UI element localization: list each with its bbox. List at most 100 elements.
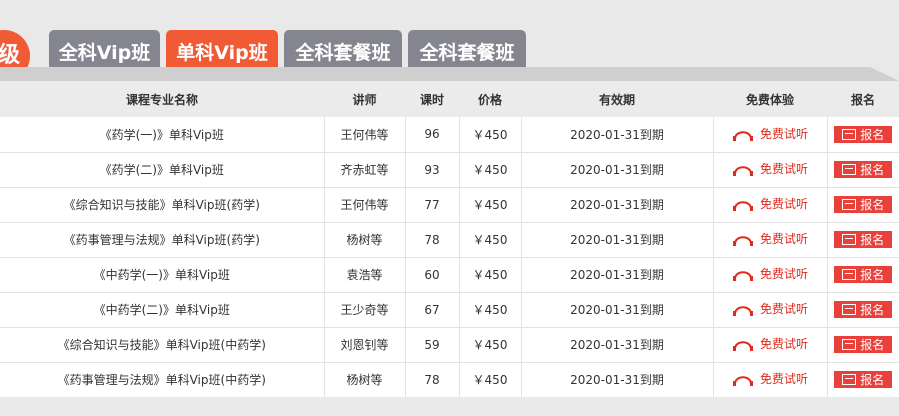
- signup-cell: 报名: [827, 327, 899, 362]
- signup-label: 报名: [860, 163, 885, 177]
- signup-label: 报名: [860, 198, 885, 212]
- hours: 60: [405, 257, 460, 292]
- teacher: 刘恩钊等: [324, 327, 406, 362]
- headphones-icon: [732, 372, 754, 386]
- valid-until: 2020-01-31到期: [521, 257, 714, 292]
- free-trial-label: 免费试听: [759, 337, 808, 352]
- teacher: 袁浩等: [324, 257, 406, 292]
- header-signup: 报名: [850, 92, 875, 107]
- teacher: 王何伟等: [324, 117, 406, 152]
- trial-cell: 免费试听: [713, 292, 828, 327]
- headphones-icon: [732, 267, 754, 281]
- hours: 67: [405, 292, 460, 327]
- headphones-icon: [732, 232, 754, 246]
- signup-button[interactable]: 报名: [834, 266, 893, 283]
- hours: 93: [405, 152, 460, 187]
- valid-until: 2020-01-31到期: [521, 327, 714, 362]
- price: ￥450: [459, 152, 522, 187]
- teacher: 杨树等: [324, 222, 406, 257]
- course-name: 《药学(二)》单科Vip班: [0, 152, 325, 187]
- valid-until: 2020-01-31到期: [521, 222, 714, 257]
- free-trial-link[interactable]: 免费试听: [732, 370, 808, 387]
- price: ￥450: [459, 257, 522, 292]
- free-trial-link[interactable]: 免费试听: [732, 160, 808, 177]
- signup-button[interactable]: 报名: [834, 371, 893, 388]
- course-name: 《综合知识与技能》单科Vip班(中药学): [0, 327, 325, 362]
- signup-cell: 报名: [827, 187, 899, 222]
- course-name: 《药事管理与法规》单科Vip班(中药学): [0, 362, 325, 397]
- table-row: 《中药学(一)》单科Vip班 袁浩等 60 ￥450 2020-01-31到期 免费试听 报…: [0, 257, 899, 292]
- price: ￥450: [459, 187, 522, 222]
- valid-until: 2020-01-31到期: [521, 292, 714, 327]
- hours: 78: [405, 222, 460, 257]
- headphones-icon: [732, 197, 754, 211]
- free-trial-link[interactable]: 免费试听: [732, 125, 808, 142]
- table-row: 《中药学(二)》单科Vip班 王少奇等 67 ￥450 2020-01-31到期 免费试听…: [0, 292, 899, 327]
- free-trial-label: 免费试听: [759, 372, 808, 387]
- cart-icon: [842, 269, 857, 280]
- cart-icon: [842, 199, 857, 210]
- hours: 78: [405, 362, 460, 397]
- signup-label: 报名: [860, 303, 885, 317]
- cart-icon: [842, 164, 857, 175]
- hours: 77: [405, 187, 460, 222]
- teacher: 王何伟等: [324, 187, 406, 222]
- valid-until: 2020-01-31到期: [521, 117, 714, 152]
- header-teacher: 讲师: [352, 92, 377, 107]
- free-trial-label: 免费试听: [759, 197, 808, 212]
- table-row: 《药学(二)》单科Vip班 齐赤虹等 93 ￥450 2020-01-31到期 免费试听 报…: [0, 152, 899, 187]
- header-hours: 课时: [419, 92, 444, 107]
- signup-button[interactable]: 报名: [834, 196, 893, 213]
- trial-cell: 免费试听: [713, 152, 828, 187]
- table-row: 《药事管理与法规》单科Vip班(中药学) 杨树等 78 ￥450 2020-01-31到…: [0, 362, 899, 397]
- table-row: 《药学(一)》单科Vip班 王何伟等 96 ￥450 2020-01-31到期 免费试听 报…: [0, 117, 899, 152]
- free-trial-link[interactable]: 免费试听: [732, 230, 808, 247]
- header-valid: 有效期: [598, 92, 635, 107]
- table-header-row: 课程专业名称 讲师 课时 价格 有效期 免费体验 报名: [0, 81, 899, 117]
- table-row: 《综合知识与技能》单科Vip班(药学) 王何伟等 77 ￥450 2020-01-31到…: [0, 187, 899, 222]
- signup-button[interactable]: 报名: [834, 125, 893, 143]
- cart-icon: [842, 304, 857, 315]
- free-trial-label: 免费试听: [759, 267, 808, 282]
- header-course-name: 课程专业名称: [125, 92, 198, 107]
- table-row: 《综合知识与技能》单科Vip班(中药学) 刘恩钊等 59 ￥450 2020-01-31…: [0, 327, 899, 362]
- cart-icon: [842, 128, 857, 140]
- free-trial-link[interactable]: 免费试听: [732, 265, 808, 282]
- signup-button[interactable]: 报名: [834, 301, 893, 318]
- signup-button[interactable]: 报名: [834, 161, 893, 178]
- free-trial-link[interactable]: 免费试听: [732, 335, 808, 352]
- price: ￥450: [459, 292, 522, 327]
- headphones-icon: [732, 337, 754, 351]
- cart-icon: [842, 374, 857, 385]
- teacher: 王少奇等: [324, 292, 406, 327]
- signup-label: 报名: [860, 268, 885, 282]
- trial-cell: 免费试听: [713, 117, 828, 152]
- price: ￥450: [459, 117, 522, 152]
- free-trial-link[interactable]: 免费试听: [732, 195, 808, 212]
- valid-until: 2020-01-31到期: [521, 152, 714, 187]
- free-trial-link[interactable]: 免费试听: [732, 300, 808, 317]
- hours: 59: [405, 327, 460, 362]
- signup-cell: 报名: [827, 362, 899, 397]
- trial-cell: 免费试听: [713, 257, 828, 292]
- headphones-icon: [732, 162, 754, 176]
- valid-until: 2020-01-31到期: [521, 362, 714, 397]
- tab-bar-shadow: [0, 67, 899, 81]
- signup-cell: 报名: [827, 222, 899, 257]
- signup-button[interactable]: 报名: [834, 336, 893, 353]
- course-name: 《药学(一)》单科Vip班: [0, 117, 325, 152]
- course-name: 《中药学(二)》单科Vip班: [0, 292, 325, 327]
- hours: 96: [405, 117, 460, 152]
- course-name: 《中药学(一)》单科Vip班: [0, 257, 325, 292]
- trial-cell: 免费试听: [713, 362, 828, 397]
- signup-label: 报名: [860, 127, 885, 142]
- signup-cell: 报名: [827, 152, 899, 187]
- signup-cell: 报名: [827, 257, 899, 292]
- cart-icon: [842, 339, 857, 350]
- signup-button[interactable]: 报名: [834, 231, 893, 248]
- table-row: 《药事管理与法规》单科Vip班(药学) 杨树等 78 ￥450 2020-01-31到期…: [0, 222, 899, 257]
- headphones-icon: [732, 127, 754, 141]
- free-trial-label: 免费试听: [759, 302, 808, 317]
- course-table: 课程专业名称 讲师 课时 价格 有效期 免费体验 报名 《药学(一)》单科Vip…: [0, 81, 899, 398]
- trial-cell: 免费试听: [713, 222, 828, 257]
